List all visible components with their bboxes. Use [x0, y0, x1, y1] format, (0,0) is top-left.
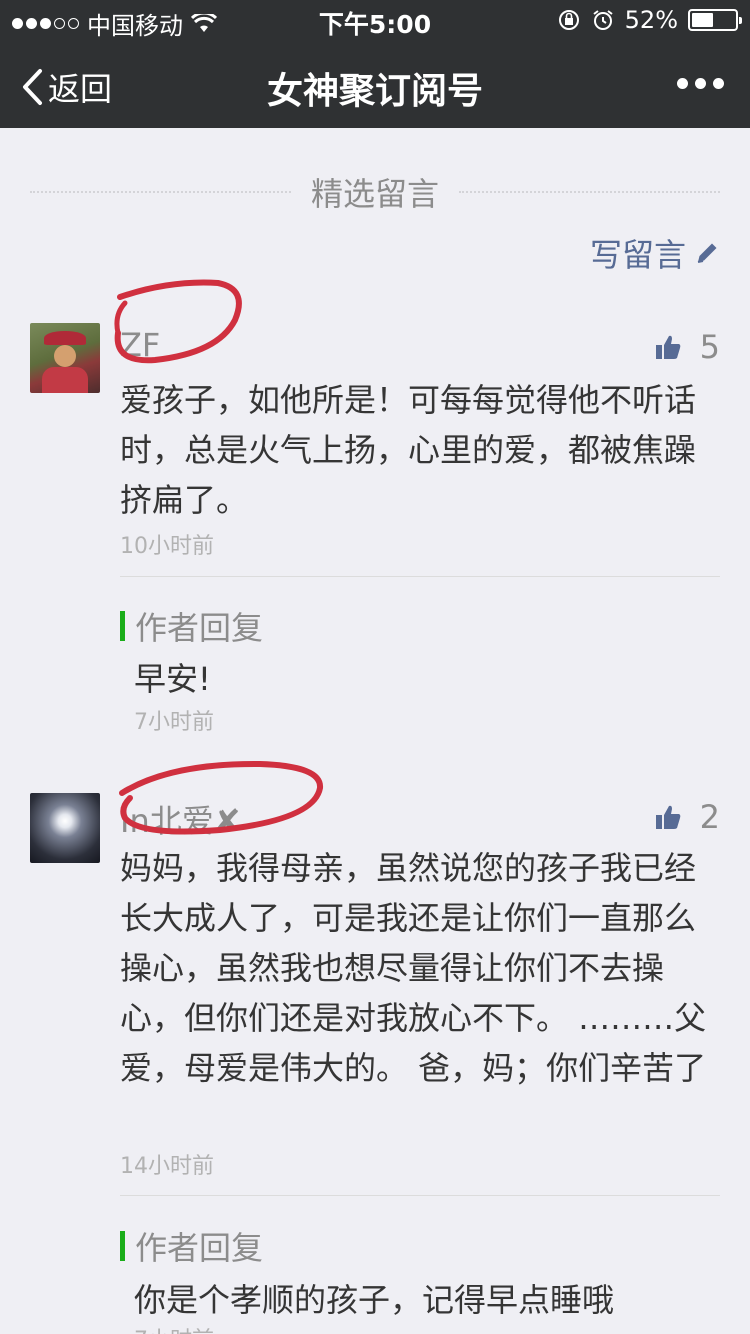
like-count: 2 — [699, 798, 720, 836]
reply-indicator-bar — [120, 611, 125, 641]
divider-line — [30, 191, 291, 193]
author-reply-label: 作者回复 — [120, 1223, 263, 1269]
page-title: 女神聚订阅号 — [266, 71, 483, 112]
comment-text: 爱孩子，如他所是！可每每觉得他不听话时，总是火气上扬，心里的爱，都被焦躁挤扁了。 — [120, 381, 697, 519]
avatar[interactable] — [30, 323, 100, 393]
write-comment-label: 写留言 — [589, 236, 686, 274]
status-bar: 中国移动 下午5:00 52% — [0, 0, 750, 40]
reply-time: 7小时前 — [134, 1322, 214, 1334]
like-button[interactable]: 2 — [654, 798, 720, 836]
pencil-icon — [697, 243, 717, 263]
reply-text: 你是个孝顺的孩子，记得早点睡哦 — [134, 1281, 615, 1319]
battery-percent: 52% — [624, 6, 678, 34]
comment-user-name: ZF — [120, 326, 161, 364]
section-header: 精选留言 — [30, 170, 721, 214]
divider — [120, 1195, 720, 1196]
alarm-icon — [593, 10, 613, 30]
nav-bar: 返回 女神聚订阅号 — [0, 40, 750, 128]
reply-label-text: 作者回复 — [135, 609, 264, 647]
comment-time: 14小时前 — [120, 1154, 214, 1179]
author-reply-label: 作者回复 — [120, 603, 263, 649]
reply-indicator-bar — [120, 1231, 125, 1261]
reply-text: 早安! — [134, 660, 211, 698]
comment-time: 10小时前 — [120, 534, 214, 559]
section-title: 精选留言 — [311, 175, 440, 213]
comment-user-name: In北爱✘ — [120, 802, 241, 840]
thumbs-up-icon — [655, 335, 680, 359]
thumbs-up-icon — [655, 805, 680, 829]
comment-text: 妈妈，我得母亲，虽然说您的孩子我已经长大成人了，可是我还是让你们一直那么操心，虽… — [120, 849, 707, 1087]
divider — [120, 576, 720, 577]
like-button[interactable]: 5 — [654, 328, 720, 366]
status-right: 52% — [557, 6, 742, 34]
avatar[interactable] — [30, 793, 100, 863]
like-count: 5 — [699, 328, 720, 366]
reply-label-text: 作者回复 — [135, 1229, 264, 1267]
write-comment-button[interactable]: 写留言 — [590, 230, 720, 276]
divider-line — [459, 191, 721, 193]
rotation-lock-icon — [558, 10, 579, 30]
battery-icon — [688, 9, 742, 31]
more-options-icon[interactable] — [677, 78, 724, 89]
reply-time: 7小时前 — [134, 710, 214, 735]
